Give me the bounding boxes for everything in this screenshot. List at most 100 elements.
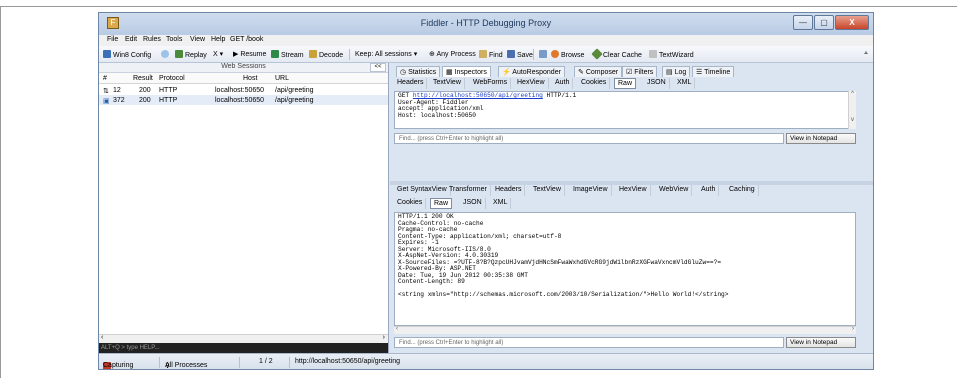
remove-button[interactable]: X ▾: [213, 50, 223, 58]
response-tab-hexview[interactable]: HexView: [616, 185, 651, 196]
dropdown-arrow-icon: ▾: [413, 51, 418, 58]
screenshot-button[interactable]: [539, 50, 549, 59]
menu-tools[interactable]: Tools: [166, 36, 182, 43]
response-tab-caching[interactable]: Caching: [726, 185, 759, 196]
menu-rules[interactable]: Rules: [143, 36, 161, 43]
column-header-id[interactable]: #: [103, 75, 107, 82]
response-tab-textview[interactable]: TextView: [530, 185, 565, 196]
tab-inspectors[interactable]: ▦ Inspectors: [442, 66, 491, 77]
request-view-in-notepad-button[interactable]: View in Notepad: [786, 133, 856, 144]
status-separator: [239, 357, 240, 368]
menu-get-book[interactable]: GET /book: [230, 36, 263, 43]
page-border-top: [0, 6, 957, 7]
menu-help[interactable]: Help: [211, 36, 225, 43]
browse-button[interactable]: Browse: [551, 50, 584, 59]
scroll-left-icon[interactable]: ‹: [396, 326, 398, 332]
response-tab-headers[interactable]: Headers: [492, 185, 526, 196]
session-id: 372: [113, 97, 125, 104]
response-tab-syntaxview[interactable]: Get SyntaxView: [394, 185, 451, 196]
timeline-icon: ☰: [696, 69, 705, 76]
request-raw-text[interactable]: GET http://localhost:50650/api/greeting …: [394, 91, 852, 129]
keep-sessions-dropdown[interactable]: Keep: All sessions ▾: [355, 50, 417, 58]
response-tab-imageview[interactable]: ImageView: [570, 185, 612, 196]
response-tab-json[interactable]: JSON: [460, 198, 486, 209]
session-host: localhost:50650: [215, 97, 265, 104]
session-icon: ▣: [103, 98, 110, 105]
decode-button[interactable]: Decode: [309, 50, 343, 59]
request-tab-webforms[interactable]: WebForms: [470, 78, 512, 89]
response-raw-text[interactable]: HTTP/1.1 200 OK Cache-Control: no-cache …: [394, 212, 856, 326]
textwizard-button[interactable]: TextWizard: [649, 50, 694, 59]
clear-cache-button[interactable]: Clear Cache: [591, 48, 642, 60]
win8-config-button[interactable]: Win8 Config: [103, 50, 151, 59]
windows-icon: [103, 50, 111, 58]
response-find-input[interactable]: Find... (press Ctrl+Enter to highlight a…: [394, 337, 784, 348]
scroll-up-icon[interactable]: ^: [849, 91, 856, 97]
scroll-left-icon[interactable]: ‹: [101, 334, 103, 341]
any-process-button[interactable]: ⊕ Any Process: [429, 50, 476, 58]
window-title: Fiddler - HTTP Debugging Proxy: [420, 18, 552, 28]
replay-button[interactable]: Replay: [175, 50, 207, 59]
resume-button[interactable]: ▶ Resume: [233, 50, 266, 58]
find-button[interactable]: Find: [479, 50, 503, 59]
session-result: 200: [139, 97, 151, 104]
page-border-left: [0, 6, 1, 378]
column-header-protocol[interactable]: Protocol: [159, 75, 185, 82]
request-find-input[interactable]: Find... (press Ctrl+Enter to highlight a…: [394, 133, 784, 144]
clear-cache-icon: [591, 48, 603, 60]
quickexec-input[interactable]: ALT+Q > type HELP...: [99, 343, 388, 353]
menu-file[interactable]: File: [107, 36, 118, 43]
response-tab-xml[interactable]: XML: [490, 198, 512, 209]
minimize-button[interactable]: —: [793, 15, 813, 30]
session-count: 1 / 2: [259, 358, 273, 365]
request-tab-headers[interactable]: Headers: [394, 78, 428, 89]
comment-button[interactable]: [161, 50, 171, 59]
response-tab-auth[interactable]: Auth: [698, 185, 720, 196]
request-tab-cookies[interactable]: Cookies: [578, 78, 611, 89]
tab-composer[interactable]: ✎ Composer: [574, 66, 623, 77]
scroll-right-icon[interactable]: ›: [383, 334, 385, 341]
toolbar: Win8 Config Replay X ▾ ▶ Resume Stream D…: [99, 46, 873, 63]
collapse-sessions-button[interactable]: <<: [370, 63, 386, 72]
column-header-url[interactable]: URL: [275, 75, 289, 82]
request-tab-textview[interactable]: TextView: [430, 78, 465, 89]
request-tab-auth[interactable]: Auth: [552, 78, 574, 89]
scroll-right-icon[interactable]: ›: [852, 326, 854, 332]
session-row[interactable]: ▣ 372 200 HTTP localhost:50650 /api/gree…: [99, 95, 388, 105]
response-tabs-row-2: Cookies Raw JSON XML: [390, 198, 873, 210]
session-url: /api/greeting: [275, 87, 314, 94]
request-tab-hexview[interactable]: HexView: [514, 78, 549, 89]
toolbar-separator: [533, 49, 534, 60]
toolbar-overflow-icon[interactable]: ⩡: [864, 50, 868, 58]
menu-edit[interactable]: Edit: [125, 36, 137, 43]
close-button[interactable]: X: [835, 15, 869, 30]
column-header-host[interactable]: Host: [243, 75, 257, 82]
tab-filters[interactable]: ☑ Filters: [622, 66, 658, 77]
session-row[interactable]: ⇅ 12 200 HTTP localhost:50650 /api/greet…: [99, 85, 388, 95]
tab-autoresponder[interactable]: ⚡ AutoResponder: [498, 66, 565, 77]
request-tab-xml[interactable]: XML: [674, 78, 696, 89]
response-horizontal-scrollbar[interactable]: ‹ ›: [394, 326, 856, 334]
save-button[interactable]: Save: [507, 50, 533, 59]
lightning-icon: ⚡: [502, 69, 513, 76]
response-tab-raw[interactable]: Raw: [430, 198, 453, 209]
request-tab-json[interactable]: JSON: [644, 78, 670, 89]
stream-icon: [271, 50, 279, 58]
maximize-button[interactable]: ▢: [814, 15, 834, 30]
response-view-in-notepad-button[interactable]: View in Notepad: [786, 337, 856, 348]
sessions-horizontal-scrollbar[interactable]: ‹ ›: [99, 334, 388, 343]
tab-timeline[interactable]: ☰ Timeline: [692, 66, 735, 77]
column-header-result[interactable]: Result: [133, 75, 153, 82]
request-vertical-scrollbar[interactable]: ^ v: [848, 91, 856, 129]
tab-statistics[interactable]: ◷ Statistics: [396, 66, 441, 77]
response-tab-cookies[interactable]: Cookies: [394, 198, 427, 209]
response-tab-transformer[interactable]: Transformer: [446, 185, 491, 196]
clock-icon: ◷: [400, 69, 409, 76]
menu-view[interactable]: View: [190, 36, 205, 43]
stream-button[interactable]: Stream: [271, 50, 304, 59]
binoculars-icon: [479, 50, 487, 58]
scroll-down-icon[interactable]: v: [849, 117, 856, 123]
response-tab-webview[interactable]: WebView: [656, 185, 693, 196]
tab-log[interactable]: ▤ Log: [662, 66, 691, 77]
request-tab-raw[interactable]: Raw: [614, 78, 637, 89]
